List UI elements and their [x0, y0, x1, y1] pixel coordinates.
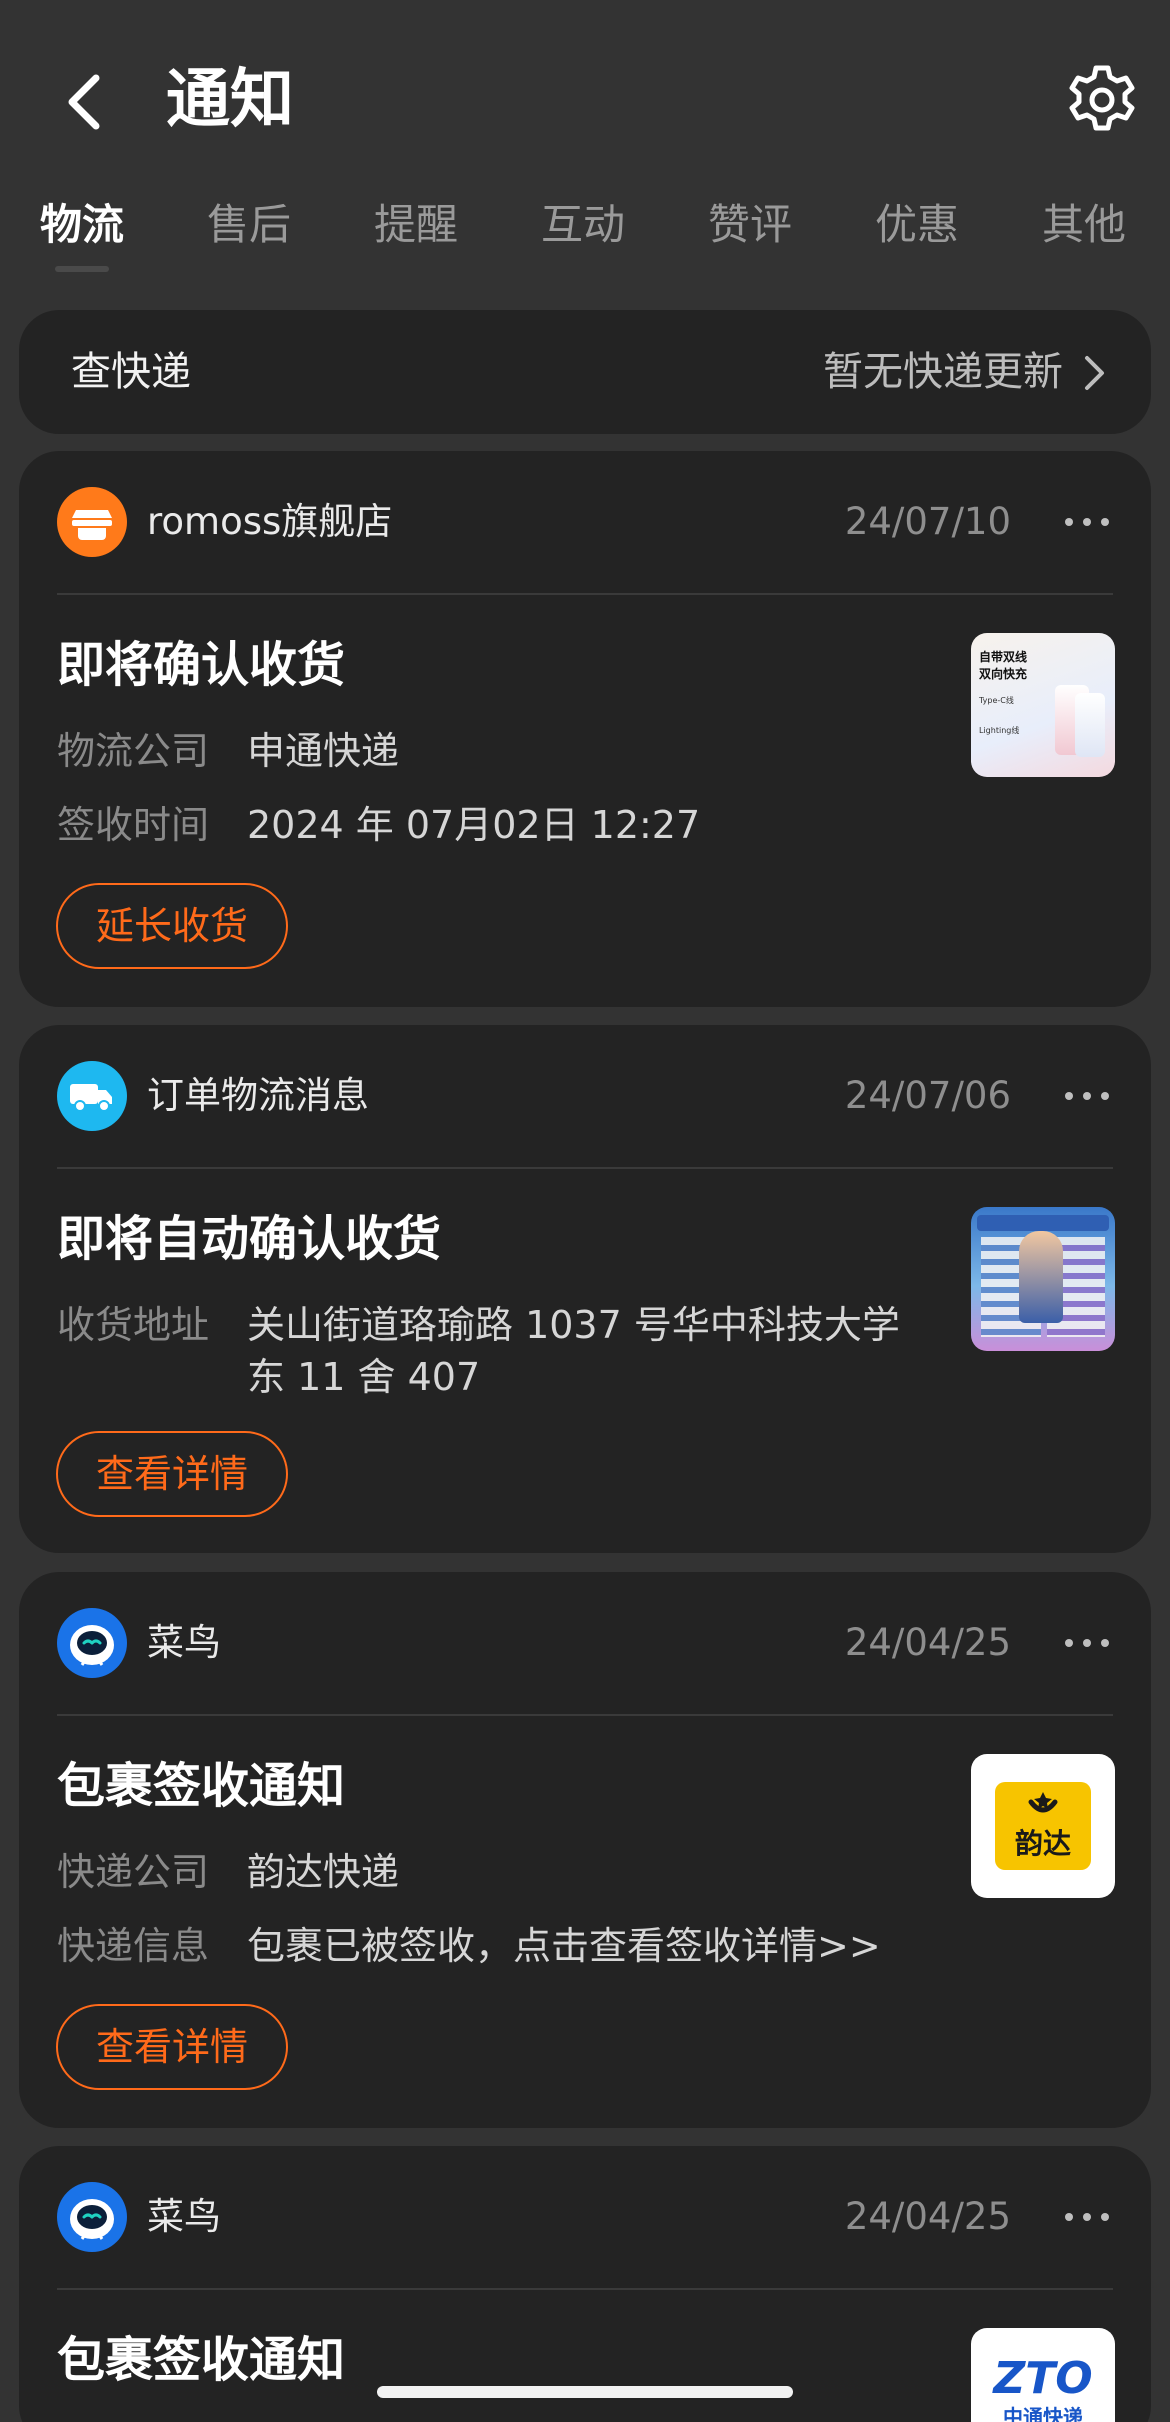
thumb-text: Type-C线: [979, 696, 1014, 705]
tab-likes-reviews[interactable]: 赞评: [690, 190, 810, 260]
page-title: 通知: [166, 63, 294, 137]
more-options-button[interactable]: [1065, 507, 1109, 537]
shop-name[interactable]: romoss旗舰店: [147, 487, 392, 557]
row-label: 收货地址: [57, 1303, 210, 1347]
row-value: 关山街道珞瑜路 1037 号华中科技大学东 11 舍 407: [247, 1303, 900, 1399]
express-title: 查快递: [71, 349, 191, 395]
express-check-bar[interactable]: 查快递 暂无快递更新: [19, 310, 1151, 434]
truck-icon: [70, 1084, 112, 1112]
category-tabs: 物流 售后 提醒 互动 赞评 优惠 其他: [0, 190, 1170, 280]
yunda-logo: 韵达: [995, 1782, 1091, 1870]
shop-name[interactable]: 订单物流消息: [147, 1061, 369, 1131]
row-value: 包裹已被签收，点击查看签收详情>>: [247, 1924, 881, 1968]
message-date: 24/07/10: [844, 500, 1011, 543]
row-label: 快递公司: [57, 1850, 210, 1894]
tab-after-sales[interactable]: 售后: [189, 190, 309, 260]
row-label: 物流公司: [57, 729, 210, 773]
view-details-button[interactable]: 查看详情: [56, 2004, 288, 2090]
shop-avatar[interactable]: [57, 1608, 127, 1678]
message-date: 24/04/25: [844, 1621, 1011, 1664]
shop-avatar[interactable]: [57, 1061, 127, 1131]
more-options-button[interactable]: [1065, 2202, 1109, 2232]
shop-avatar[interactable]: [57, 487, 127, 557]
thumb-banner: [977, 1215, 1109, 1231]
tab-reminders[interactable]: 提醒: [356, 190, 476, 260]
courier-logo-thumbnail[interactable]: 韵达: [971, 1754, 1115, 1898]
message-date: 24/07/06: [844, 1074, 1011, 1117]
tab-other[interactable]: 其他: [1024, 190, 1144, 260]
row-value: 韵达快递: [247, 1850, 400, 1894]
message-title: 包裹签收通知: [57, 1758, 346, 1814]
notification-card[interactable]: romoss旗舰店 24/07/10 即将确认收货 物流公司 申通快递 签收时间…: [19, 451, 1151, 1007]
notification-card[interactable]: 订单物流消息 24/07/06 即将自动确认收货 收货地址 关山街道珞瑜路 10…: [19, 1025, 1151, 1553]
cainiao-bird-icon: [70, 1625, 114, 1666]
message-date: 24/04/25: [844, 2195, 1011, 2238]
row-label: 签收时间: [57, 803, 210, 847]
row-value: 2024 年 07月02日 12:27: [247, 803, 701, 847]
express-status: 暂无快递更新: [823, 349, 1063, 395]
shop-name[interactable]: 菜鸟: [147, 1608, 221, 1678]
smile-icon: [1028, 1792, 1058, 1813]
zto-name-text: 中通快递: [1003, 2405, 1083, 2422]
message-title: 即将自动确认收货: [57, 1211, 442, 1267]
more-options-button[interactable]: [1065, 1081, 1109, 1111]
product-thumbnail[interactable]: [971, 1207, 1115, 1351]
chevron-left-icon: [68, 74, 100, 130]
shop-name[interactable]: 菜鸟: [147, 2182, 221, 2252]
home-indicator[interactable]: [377, 2386, 793, 2398]
tab-logistics[interactable]: 物流: [22, 190, 142, 260]
message-title: 即将确认收货: [57, 637, 346, 693]
shop-avatar[interactable]: [57, 2182, 127, 2252]
divider: [57, 1714, 1113, 1716]
row-value: 申通快递: [247, 729, 400, 773]
settings-button[interactable]: [1062, 60, 1142, 140]
header: 通知: [0, 0, 1170, 190]
chevron-right-icon: [1085, 356, 1104, 390]
powerbank-image: [1075, 693, 1105, 757]
store-icon: [72, 510, 112, 540]
message-title: 包裹签收通知: [57, 2332, 346, 2388]
character-image: [1019, 1231, 1063, 1323]
back-button[interactable]: [56, 62, 116, 142]
thumb-text: Lighting线: [979, 726, 1020, 735]
thumb-text: 双向快充: [979, 667, 1028, 681]
extend-receipt-button[interactable]: 延长收货: [56, 883, 288, 969]
notification-card[interactable]: 菜鸟 24/04/25 包裹签收通知 ZTO 中通快递: [19, 2146, 1151, 2422]
zto-logo-text: ZTO: [993, 2353, 1093, 2404]
active-tab-indicator: [55, 266, 109, 272]
tab-offers[interactable]: 优惠: [857, 190, 977, 260]
view-details-button[interactable]: 查看详情: [56, 1431, 288, 1517]
notification-card[interactable]: 菜鸟 24/04/25 包裹签收通知 快递公司 韵达快递 快递信息 包裹已被签收…: [19, 1572, 1151, 2128]
thumb-text: 自带双线: [979, 650, 1028, 664]
product-thumbnail[interactable]: 自带双线 双向快充 Type-C线 Lighting线: [971, 633, 1115, 777]
cainiao-bird-icon: [70, 2199, 114, 2240]
row-label: 快递信息: [57, 1924, 210, 1968]
card-header: romoss旗舰店 24/07/10: [19, 451, 1151, 593]
card-header: 订单物流消息 24/07/06: [19, 1025, 1151, 1167]
card-header: 菜鸟 24/04/25: [19, 2146, 1151, 2288]
divider: [57, 1167, 1113, 1169]
tab-interactions[interactable]: 互动: [523, 190, 643, 260]
card-header: 菜鸟 24/04/25: [19, 1572, 1151, 1714]
gear-icon: [1069, 65, 1135, 131]
divider: [57, 593, 1113, 595]
yunda-text: 韵达: [1014, 1827, 1071, 1860]
courier-logo-thumbnail[interactable]: ZTO 中通快递: [971, 2328, 1115, 2422]
more-options-button[interactable]: [1065, 1628, 1109, 1658]
divider: [57, 2288, 1113, 2290]
